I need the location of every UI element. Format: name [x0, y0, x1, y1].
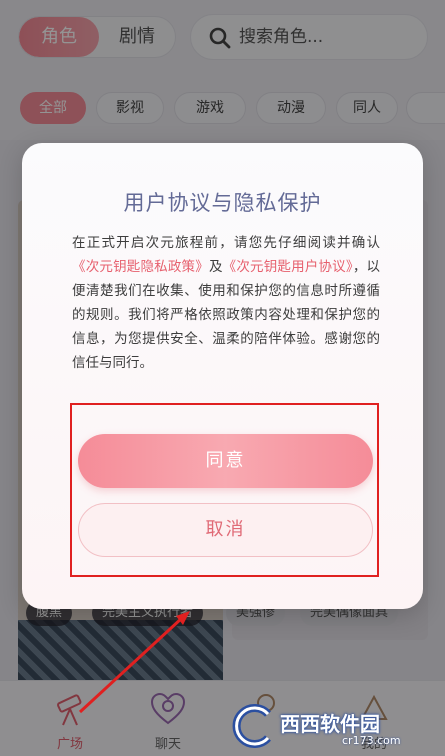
- watermark-logo: [232, 704, 271, 748]
- highlight-box: 同意 取消: [70, 403, 379, 577]
- watermark: 西西软件园 cr173.com: [232, 702, 442, 752]
- privacy-agreement-dialog: 用户协议与隐私保护 在正式开启次元旅程前，请您先仔细阅读并确认《次元钥匙隐私政策…: [22, 143, 423, 609]
- body-text-post: ，以便清楚我们在收集、使用和保护您的信息时所遵循的规则。我们将严格依照政策内容处…: [72, 259, 381, 371]
- body-text-and: 及: [208, 259, 223, 275]
- user-agreement-link[interactable]: 《次元钥匙用户协议》: [223, 259, 353, 275]
- watermark-url: cr173.com: [342, 734, 401, 747]
- watermark-brand: 西西软件园: [280, 712, 380, 736]
- dialog-body: 在正式开启次元旅程前，请您先仔细阅读并确认《次元钥匙隐私政策》及《次元钥匙用户协…: [72, 231, 380, 375]
- body-text-pre: 在正式开启次元旅程前，请您先仔细阅读并确认: [72, 235, 380, 251]
- dialog-title: 用户协议与隐私保护: [123, 191, 322, 215]
- privacy-policy-link[interactable]: 《次元钥匙隐私政策》: [72, 259, 209, 275]
- cancel-button[interactable]: 取消: [78, 503, 373, 557]
- agree-button[interactable]: 同意: [78, 434, 373, 488]
